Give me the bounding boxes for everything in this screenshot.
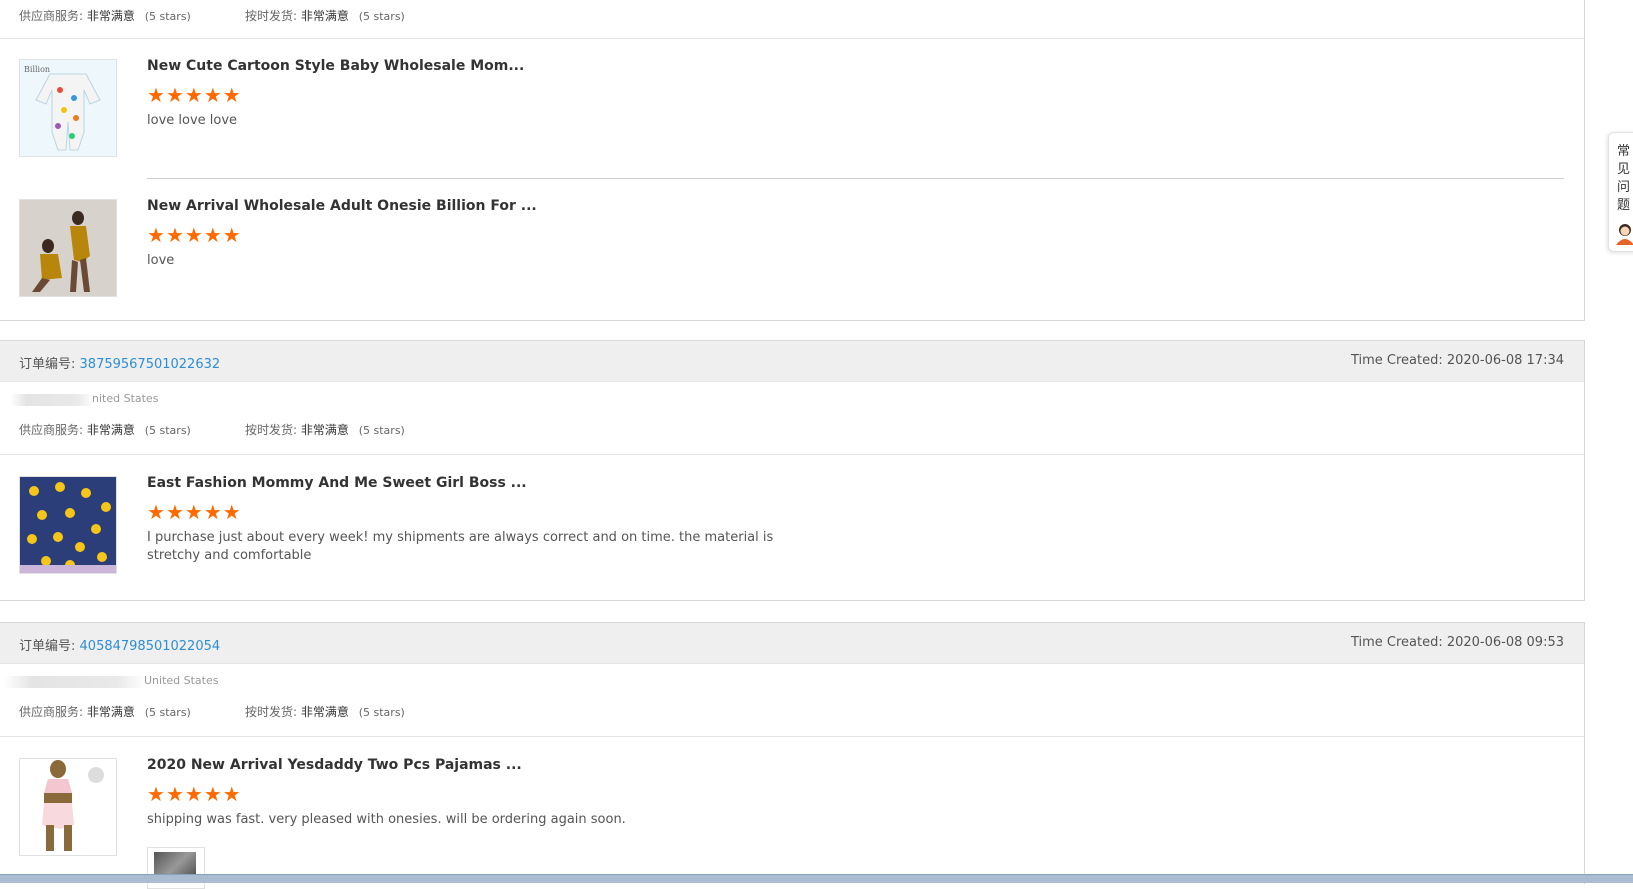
buyer-name-redacted — [10, 394, 94, 406]
supplier-stars: (5 stars) — [144, 706, 191, 719]
star-icon: ★ — [165, 500, 185, 524]
buyer-name-redacted — [4, 676, 146, 688]
star-icon: ★ — [222, 223, 242, 247]
seller-ratings: 供应商服务: 非常满意 (5 stars) 按时发货: 非常满意 (5 star… — [0, 410, 1584, 455]
star-icon: ★ — [184, 500, 204, 524]
star-icon: ★ — [184, 223, 204, 247]
shipping-stars: (5 stars) — [358, 706, 405, 719]
supplier-service-rating: 供应商服务: 非常满意 (5 stars) — [19, 703, 191, 720]
star-icon: ★ — [203, 500, 223, 524]
star-icon: ★ — [203, 782, 223, 806]
order-panel-top: 供应商服务: 非常满意 (5 stars) 按时发货: 非常满意 (5 star… — [0, 0, 1585, 321]
svg-text:Billion: Billion — [24, 65, 50, 74]
supplier-value: 非常满意 — [86, 9, 135, 23]
shipping-label: 按时发货: — [245, 705, 298, 719]
shipping-value: 非常满意 — [300, 423, 349, 437]
seller-ratings: 供应商服务: 非常满意 (5 stars) 按时发货: 非常满意 (5 star… — [0, 0, 1584, 39]
star-rating: ★★★★★ — [147, 502, 242, 522]
shipping-stars: (5 stars) — [358, 424, 405, 437]
time-created: Time Created: 2020-06-08 09:53 — [1350, 635, 1564, 650]
review-text: I purchase just about every week! my shi… — [147, 530, 774, 563]
review-item: New Arrival Wholesale Adult Onesie Billi… — [0, 179, 1584, 319]
order-number-link[interactable]: 40584798501022054 — [80, 639, 221, 654]
star-icon: ★ — [147, 223, 166, 247]
review-text: shipping was fast. very pleased with one… — [147, 812, 626, 827]
order-panel: 订单编号: 40584798501022054 Time Created: 20… — [0, 622, 1585, 889]
shipping-stars: (5 stars) — [358, 10, 405, 23]
shipping-value: 非常满意 — [300, 705, 349, 719]
product-thumbnail[interactable]: Billion — [19, 59, 117, 157]
customer-service-avatar-icon — [1614, 221, 1633, 249]
star-icon: ★ — [147, 782, 166, 806]
star-icon: ★ — [184, 83, 204, 107]
supplier-label: 供应商服务: — [19, 423, 84, 437]
product-thumbnail[interactable] — [19, 758, 117, 856]
shipping-label: 按时发货: — [245, 423, 298, 437]
review-text: love love love — [147, 113, 238, 128]
faq-label: 常见问题 — [1617, 144, 1631, 213]
supplier-service-rating: 供应商服务: 非常满意 (5 stars) — [19, 7, 191, 24]
supplier-stars: (5 stars) — [144, 10, 191, 23]
supplier-value: 非常满意 — [86, 705, 135, 719]
star-icon: ★ — [147, 500, 166, 524]
time-created: Time Created: 2020-06-08 17:34 — [1350, 353, 1564, 368]
star-icon: ★ — [165, 223, 185, 247]
buyer-info: United States — [0, 672, 1584, 692]
review-item: Billion New Cute Cartoon Style Baby Whol… — [0, 39, 1584, 179]
product-title[interactable]: 2020 New Arrival Yesdaddy Two Pcs Pajama… — [147, 757, 522, 773]
seller-ratings: 供应商服务: 非常满意 (5 stars) 按时发货: 非常满意 (5 star… — [0, 692, 1584, 737]
star-rating: ★★★★★ — [147, 225, 242, 245]
review-item: East Fashion Mommy And Me Sweet Girl Bos… — [0, 455, 1584, 601]
supplier-label: 供应商服务: — [19, 705, 84, 719]
on-time-shipping-rating: 按时发货: 非常满意 (5 stars) — [245, 421, 405, 438]
order-header: 订单编号: 38759567501022632 Time Created: 20… — [0, 340, 1584, 382]
order-number: 订单编号: 38759567501022632 — [19, 353, 220, 372]
faq-floating-tab[interactable]: 常见问题 — [1608, 132, 1633, 252]
order-header: 订单编号: 40584798501022054 Time Created: 20… — [0, 622, 1584, 664]
product-title[interactable]: East Fashion Mommy And Me Sweet Girl Bos… — [147, 475, 527, 491]
star-rating: ★★★★★ — [147, 85, 242, 105]
star-icon: ★ — [184, 782, 204, 806]
on-time-shipping-rating: 按时发货: 非常满意 (5 stars) — [245, 7, 405, 24]
star-icon: ★ — [165, 83, 185, 107]
supplier-label: 供应商服务: — [19, 9, 84, 23]
star-icon: ★ — [165, 782, 185, 806]
review-item: 2020 New Arrival Yesdaddy Two Pcs Pajama… — [0, 737, 1584, 889]
product-title[interactable]: New Cute Cartoon Style Baby Wholesale Mo… — [147, 58, 524, 74]
order-panel: 订单编号: 38759567501022632 Time Created: 20… — [0, 340, 1585, 601]
shipping-value: 非常满意 — [300, 9, 349, 23]
star-icon: ★ — [222, 782, 242, 806]
star-icon: ★ — [203, 83, 223, 107]
supplier-stars: (5 stars) — [144, 424, 191, 437]
on-time-shipping-rating: 按时发货: 非常满意 (5 stars) — [245, 703, 405, 720]
order-number-label: 订单编号: — [19, 639, 76, 654]
buyer-country: United States — [144, 674, 219, 687]
buyer-info: nited States — [0, 390, 1584, 410]
star-icon: ★ — [203, 223, 223, 247]
product-thumbnail[interactable] — [19, 199, 117, 297]
supplier-value: 非常满意 — [86, 423, 135, 437]
product-title[interactable]: New Arrival Wholesale Adult Onesie Billi… — [147, 198, 537, 214]
supplier-service-rating: 供应商服务: 非常满意 (5 stars) — [19, 421, 191, 438]
shipping-label: 按时发货: — [245, 9, 298, 23]
star-icon: ★ — [222, 500, 242, 524]
buyer-country: nited States — [92, 392, 159, 405]
order-number: 订单编号: 40584798501022054 — [19, 635, 220, 654]
star-icon: ★ — [222, 83, 242, 107]
star-icon: ★ — [147, 83, 166, 107]
review-text: love — [147, 253, 175, 268]
order-number-label: 订单编号: — [19, 357, 76, 372]
star-rating: ★★★★★ — [147, 784, 242, 804]
order-number-link[interactable]: 38759567501022632 — [80, 357, 221, 372]
product-thumbnail[interactable] — [19, 476, 117, 574]
